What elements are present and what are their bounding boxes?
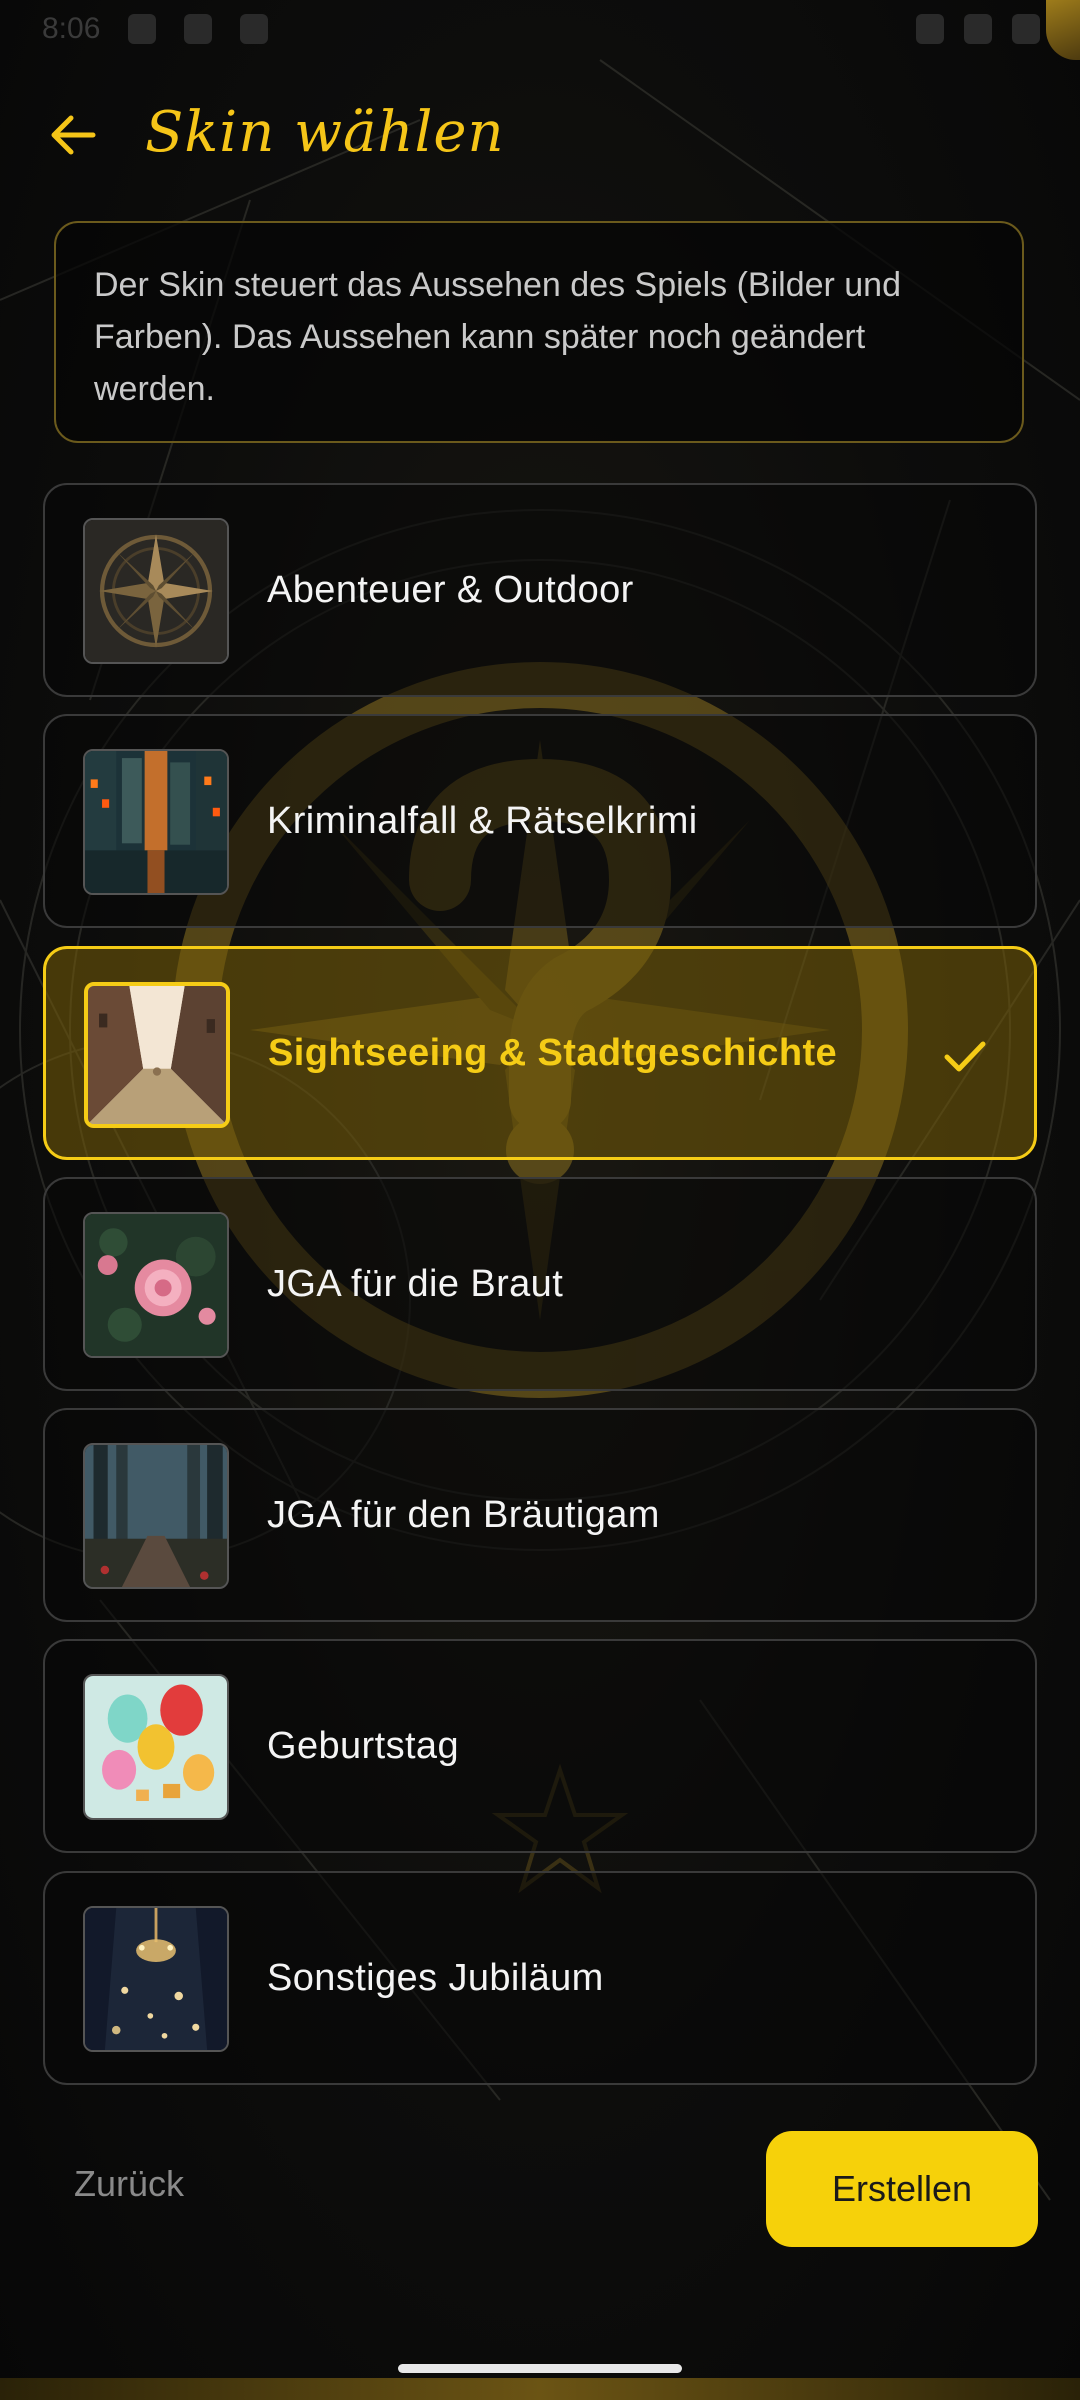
arrow-left-icon [51, 115, 96, 155]
create-button[interactable]: Erstellen [766, 2131, 1038, 2247]
skin-option-bride[interactable]: JGA für die Braut [43, 1177, 1037, 1391]
do-not-disturb-icon [128, 14, 156, 44]
decorative-gold-corner [1046, 0, 1080, 60]
skin-label: Geburtstag [267, 1724, 459, 1767]
status-system-icons [916, 14, 1040, 44]
signal-icon [964, 14, 992, 44]
skin-option-crime[interactable]: Kriminalfall & Rätselkrimi [43, 714, 1037, 928]
skin-selection-screen: 8:06 Skin wählen Der Skin steuert das Au… [0, 0, 1080, 2400]
skin-option-groom[interactable]: JGA für den Bräutigam [43, 1408, 1037, 1622]
status-bar: 8:06 [0, 0, 1080, 64]
status-time: 8:06 [42, 12, 101, 45]
skin-label: Sightseeing & Stadtgeschichte [268, 1031, 838, 1074]
home-indicator[interactable] [398, 2364, 682, 2373]
compass-image [83, 518, 229, 664]
battery-icon [1012, 14, 1040, 44]
skin-option-anniversary[interactable]: Sonstiges Jubiläum [43, 1871, 1037, 2085]
sim-card-icon [240, 14, 268, 44]
wifi-icon [916, 14, 944, 44]
skin-option-birthday[interactable]: Geburtstag [43, 1639, 1037, 1853]
skin-option-adventure[interactable]: Abenteuer & Outdoor [43, 483, 1037, 697]
check-icon [944, 1041, 986, 1072]
image-notification-icon [184, 14, 212, 44]
info-box: Der Skin steuert das Aussehen des Spiels… [54, 221, 1024, 443]
chandelier-image [83, 1906, 229, 2052]
back-link[interactable]: Zurück [74, 2163, 184, 2205]
skin-label: Kriminalfall & Rätselkrimi [267, 799, 698, 842]
skin-option-sightseeing[interactable]: Sightseeing & Stadtgeschichte [43, 946, 1037, 1160]
balloons-image [83, 1674, 229, 1820]
skin-label: JGA für die Braut [267, 1262, 564, 1305]
skin-label: JGA für den Bräutigam [267, 1493, 660, 1536]
info-text: Der Skin steuert das Aussehen des Spiels… [94, 266, 902, 408]
skin-label: Sonstiges Jubiläum [267, 1956, 604, 1999]
roses-image [83, 1212, 229, 1358]
decorative-bottom-edge [0, 2378, 1080, 2400]
forest-path-image [83, 1443, 229, 1589]
old-town-alley-image [84, 982, 230, 1128]
rainy-city-image [83, 749, 229, 895]
skin-label: Abenteuer & Outdoor [267, 568, 634, 611]
back-button[interactable] [42, 104, 104, 166]
status-notification-icons [128, 14, 268, 44]
page-title: Skin wählen [145, 100, 505, 165]
